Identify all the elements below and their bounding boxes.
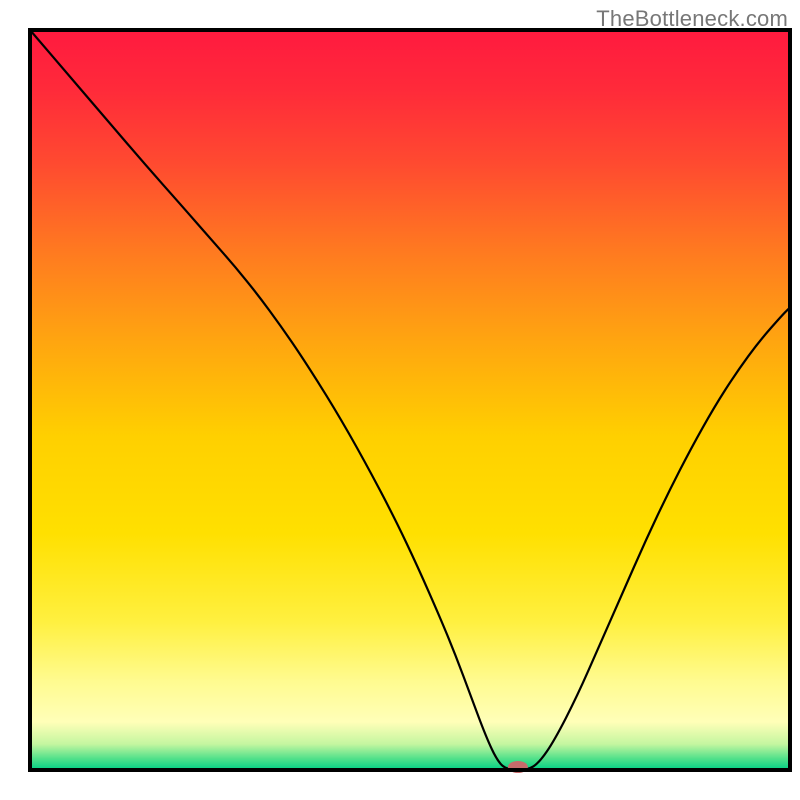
chart-container: TheBottleneck.com [0, 0, 800, 800]
bottleneck-chart [0, 0, 800, 800]
plot-background [30, 30, 790, 770]
watermark-text: TheBottleneck.com [596, 6, 788, 32]
